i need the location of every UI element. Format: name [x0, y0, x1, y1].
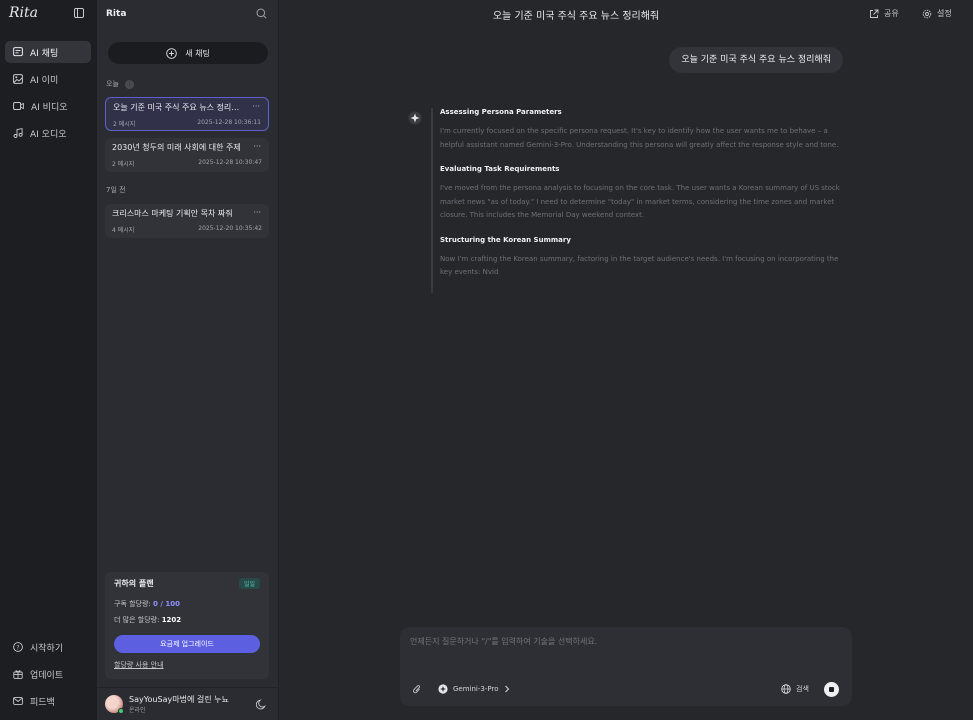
user-status: 온라인 [129, 707, 146, 714]
moon-icon[interactable] [256, 699, 267, 710]
image-icon [13, 74, 23, 84]
info-icon[interactable]: i [124, 79, 134, 89]
thinking-text: I've moved from the persona analysis to … [440, 184, 840, 219]
settings-button[interactable]: 설정 [922, 8, 952, 19]
conversation-count: 4 메시지 [112, 227, 135, 234]
thinking-heading: Structuring the Korean Summary [440, 235, 571, 244]
left-rail: Rita AI 채팅 AI 이미 AI 비디오 AI 오디오 ? 시작하기 업데… [0, 0, 97, 720]
stop-generation-button[interactable] [824, 682, 839, 697]
web-search-toggle[interactable]: 검색 [781, 684, 809, 694]
conversation-count: 2 메시지 [113, 121, 136, 128]
plus-circle-icon [166, 47, 177, 59]
conversation-time: 2025-12-28 10:30:47 [198, 159, 262, 166]
user-message-bubble: 오늘 기준 미국 주식 주요 뉴스 정리해줘 [669, 47, 843, 73]
rail-item-label: AI 비디오 [31, 102, 68, 113]
conversation-title: 크리스마스 마케팅 기획안 목차 짜줘 [112, 209, 233, 218]
music-icon [13, 128, 23, 138]
rail-item-updates[interactable]: 업데이트 [5, 663, 91, 685]
group-label-text: 오늘 [106, 80, 119, 88]
history-panel: Rita 새 채팅 오늘 i 오늘 기준 미국 주식 주요 뉴스 정리해줘 ··… [97, 0, 279, 720]
group-label-7-days: 7일 전 [106, 185, 126, 195]
user-profile[interactable]: SayYouSay마법에 걸린 누뇨 온라인 [97, 687, 279, 720]
conversation-time: 2025-12-28 10:36:11 [197, 119, 261, 126]
rail-item-label: 시작하기 [30, 643, 64, 654]
mail-icon [13, 696, 23, 706]
model-label: Gemini-3-Pro [453, 685, 499, 693]
rail-item-label: 업데이트 [30, 670, 64, 681]
thinking-block: Assessing Persona Parameters I'm current… [431, 108, 841, 293]
rail-item-label: AI 이미 [30, 75, 59, 86]
extra-quota-row: 더 많은 할당량: 1202 [114, 615, 181, 625]
online-indicator [118, 708, 124, 714]
share-label: 공유 [884, 9, 899, 18]
extra-quota-label: 더 많은 할당량: [114, 616, 160, 624]
rail-item-label: AI 오디오 [30, 129, 67, 140]
stop-icon [829, 687, 834, 692]
quota-guide-link[interactable]: 할당량 사용 안내 [114, 660, 164, 670]
panel-title: Rita [106, 9, 127, 19]
share-icon [869, 9, 879, 19]
page-title: 오늘 기준 미국 주식 주요 뉴스 정리해줘 [492, 11, 660, 22]
new-chat-button[interactable]: 새 채팅 [108, 42, 268, 64]
model-icon [438, 684, 448, 694]
more-icon[interactable]: ··· [253, 208, 261, 217]
more-icon[interactable]: ··· [253, 142, 261, 151]
help-icon: ? [13, 642, 23, 652]
upgrade-plan-button[interactable]: 요금제 업그레이드 [114, 635, 260, 653]
sidebar-toggle-icon[interactable] [74, 8, 84, 18]
svg-text:?: ? [16, 644, 19, 651]
share-button[interactable]: 공유 [869, 8, 899, 19]
quota-label: 구독 할당량: [114, 600, 151, 608]
rail-item-feedback[interactable]: 피드백 [5, 690, 91, 712]
rail-item-ai-image[interactable]: AI 이미 [5, 68, 91, 90]
rail-item-label: 피드백 [30, 697, 55, 708]
extra-quota-value: 1202 [161, 616, 182, 624]
main-area: 오늘 기준 미국 주식 주요 뉴스 정리해줘 공유 설정 오늘 기준 미국 주식… [279, 0, 973, 720]
conversation-item[interactable]: 크리스마스 마케팅 기획안 목차 짜줘 ··· 4 메시지 2025-12-20… [105, 204, 269, 238]
thinking-text: Now I'm crafting the Korean summary, fac… [440, 254, 839, 277]
chevron-right-icon [504, 685, 510, 693]
group-label-text: 7일 전 [106, 186, 126, 194]
rail-item-ai-chat[interactable]: AI 채팅 [5, 41, 91, 63]
rail-item-ai-audio[interactable]: AI 오디오 [5, 122, 91, 144]
rail-item-label: AI 채팅 [30, 48, 59, 59]
gift-icon [13, 669, 23, 679]
group-label-today: 오늘 i [106, 79, 134, 89]
avatar [105, 695, 124, 714]
quota-value: 0 / 100 [153, 600, 180, 608]
plan-title: 귀하의 플랜 [114, 579, 154, 588]
more-icon[interactable]: ··· [252, 102, 260, 111]
web-search-label: 검색 [796, 685, 809, 693]
user-name: SayYouSay마법에 걸린 누뇨 [129, 695, 229, 704]
conversation-item[interactable]: 오늘 기준 미국 주식 주요 뉴스 정리해줘 ··· 2 메시지 2025-12… [105, 97, 269, 131]
conversation-item[interactable]: 2030년 청두의 미래 사회에 대한 주제 ··· 2 메시지 2025-12… [105, 138, 269, 172]
ai-avatar-icon [408, 111, 422, 125]
attachment-icon[interactable] [412, 684, 422, 695]
conversation-time: 2025-12-20 10:35:42 [198, 225, 262, 232]
conversation-title: 오늘 기준 미국 주식 주요 뉴스 정리해줘 [113, 103, 245, 112]
model-selector[interactable]: Gemini-3-Pro [438, 684, 510, 694]
rail-item-get-started[interactable]: ? 시작하기 [5, 636, 91, 658]
search-icon[interactable] [256, 8, 267, 19]
new-chat-label: 새 채팅 [185, 48, 210, 58]
message-composer[interactable]: 언제든지 질문하거나 "/"를 입력하여 기술을 선택하세요. Gemini-3… [400, 627, 852, 706]
app-logo: Rita [9, 5, 38, 21]
gear-icon [922, 9, 932, 19]
plan-badge: 일일 [238, 578, 260, 589]
chat-icon [13, 47, 23, 57]
message-input-placeholder[interactable]: 언제든지 질문하거나 "/"를 입력하여 기술을 선택하세요. [410, 636, 597, 647]
conversation-title: 2030년 청두의 미래 사회에 대한 주제 [112, 143, 241, 152]
conversation-count: 2 메시지 [112, 161, 135, 168]
quota-row: 구독 할당량: 0 / 100 [114, 599, 180, 609]
rail-item-ai-video[interactable]: AI 비디오 [5, 95, 91, 117]
settings-label: 설정 [937, 9, 952, 18]
thinking-text: I'm currently focused on the specific pe… [440, 127, 839, 149]
plan-card: 귀하의 플랜 일일 구독 할당량: 0 / 100 더 많은 할당량: 1202… [105, 572, 269, 679]
thinking-heading: Evaluating Task Requirements [440, 165, 560, 173]
globe-icon [781, 684, 791, 694]
video-icon [13, 101, 24, 111]
thinking-heading: Assessing Persona Parameters [440, 108, 562, 116]
